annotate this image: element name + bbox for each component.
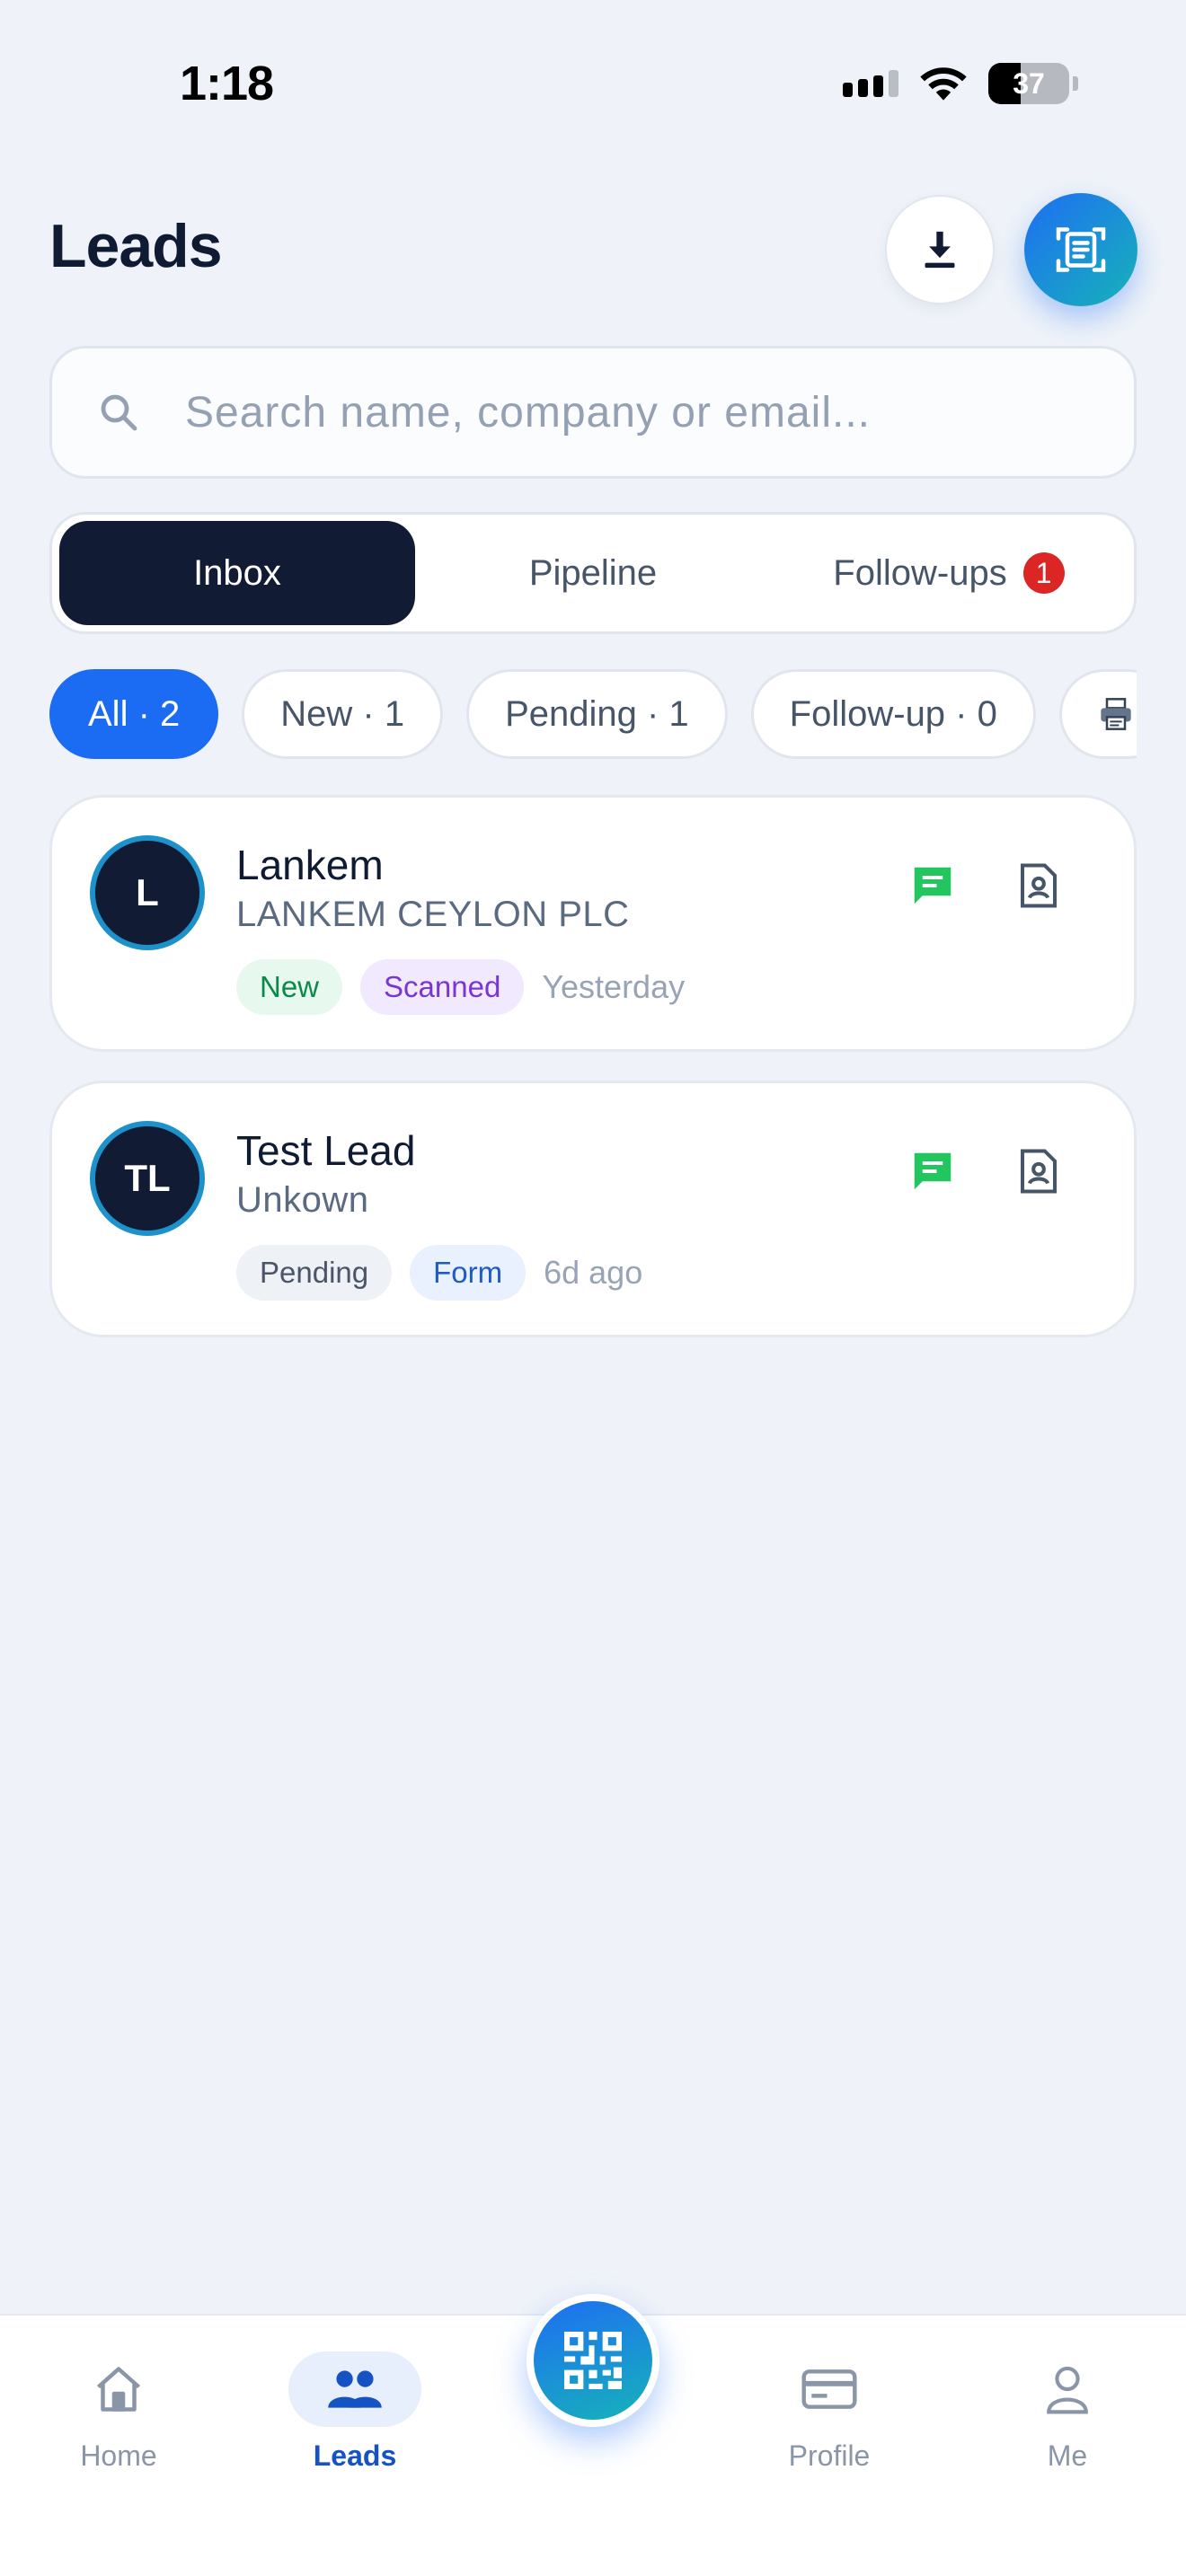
- document-scan-icon: [1056, 227, 1106, 272]
- people-icon: [328, 2370, 382, 2408]
- lead-tags: New Scanned Yesterday: [236, 959, 685, 1015]
- tab-inbox-label: Inbox: [193, 552, 281, 593]
- filter-chip-follow-up[interactable]: Follow-up · 0: [750, 669, 1036, 759]
- tab-pipeline-label: Pipeline: [528, 552, 658, 593]
- battery-icon: 37: [988, 63, 1069, 104]
- tab-home-label: Home: [80, 2439, 157, 2472]
- tab-profile[interactable]: Profile: [757, 2351, 901, 2473]
- tab-me-label: Me: [1047, 2439, 1088, 2472]
- message-button[interactable]: [906, 859, 960, 913]
- home-icon: [97, 2367, 140, 2412]
- tab-me[interactable]: Me: [996, 2351, 1139, 2473]
- tab-follow-ups[interactable]: Follow-ups 1: [771, 521, 1127, 625]
- status-icons: 37: [843, 63, 1078, 104]
- status-badge: New: [236, 959, 343, 1015]
- qr-scan-button[interactable]: [527, 2294, 659, 2427]
- filter-chip-pending[interactable]: Pending · 1: [466, 669, 728, 759]
- source-badge: Scanned: [360, 959, 525, 1015]
- filter-chip-all[interactable]: All · 2: [49, 669, 219, 759]
- tab-inbox[interactable]: Inbox: [59, 521, 415, 625]
- status-badge: Pending: [236, 1245, 393, 1301]
- lead-card[interactable]: TL Test Lead Unkown Pending Form 6d ago: [49, 1081, 1137, 1337]
- download-button[interactable]: [885, 195, 995, 304]
- chat-icon: [914, 1152, 951, 1190]
- battery-level: 37: [1013, 66, 1045, 100]
- tab-home[interactable]: Home: [47, 2351, 190, 2473]
- contact-details-button[interactable]: [1012, 859, 1066, 913]
- tab-pipeline[interactable]: Pipeline: [415, 521, 771, 625]
- cellular-signal-icon: [843, 70, 898, 97]
- card-icon: [801, 2369, 857, 2409]
- qr-code-icon: [564, 2332, 622, 2389]
- tab-follow-ups-label: Follow-ups: [833, 552, 1007, 593]
- lead-company: LANKEM CEYLON PLC: [236, 895, 630, 934]
- lead-company: Unkown: [236, 1180, 369, 1220]
- avatar: L: [90, 835, 205, 950]
- download-icon: [925, 231, 955, 269]
- lead-name: Test Lead: [236, 1127, 416, 1174]
- lead-card[interactable]: L Lankem LANKEM CEYLON PLC New Scanned Y…: [49, 795, 1137, 1052]
- view-segmented-control: Inbox Pipeline Follow-ups 1: [49, 512, 1137, 634]
- wifi-icon: [920, 67, 967, 101]
- contact-card-icon: [1020, 1149, 1058, 1194]
- page-title: Leads: [49, 212, 223, 280]
- chat-icon: [914, 867, 951, 904]
- message-button[interactable]: [906, 1144, 960, 1198]
- tab-leads-label: Leads: [313, 2439, 397, 2472]
- lead-timestamp: 6d ago: [544, 1254, 643, 1291]
- status-time: 1:18: [180, 57, 274, 110]
- lead-timestamp: Yesterday: [542, 968, 686, 1005]
- lead-name: Lankem: [236, 842, 384, 888]
- tab-profile-label: Profile: [788, 2439, 871, 2472]
- filter-chip-new[interactable]: New · 1: [242, 669, 444, 759]
- person-icon: [1047, 2366, 1088, 2414]
- filter-chips: All · 2 New · 1 Pending · 1 Follow-up · …: [49, 669, 1137, 763]
- follow-ups-count-badge: 1: [1022, 552, 1065, 594]
- tab-leads[interactable]: Leads: [283, 2351, 427, 2473]
- printer-icon: [1101, 698, 1131, 730]
- contact-card-icon: [1020, 863, 1058, 908]
- source-badge: Form: [410, 1245, 527, 1301]
- lead-tags: Pending Form 6d ago: [236, 1245, 642, 1301]
- search-input[interactable]: [183, 386, 1082, 438]
- scan-document-button[interactable]: [1024, 193, 1137, 306]
- search-icon: [92, 391, 146, 434]
- contact-details-button[interactable]: [1012, 1144, 1066, 1198]
- search-bar[interactable]: [49, 346, 1137, 479]
- avatar: TL: [90, 1121, 205, 1236]
- filter-chip-printer[interactable]: [1058, 669, 1137, 759]
